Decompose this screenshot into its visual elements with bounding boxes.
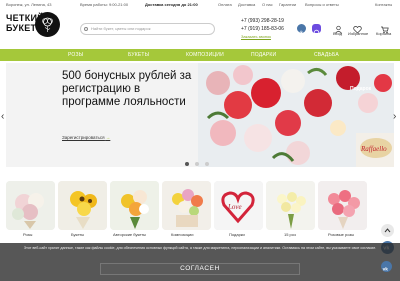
top-link-faq[interactable]: Вопросы и ответы bbox=[305, 2, 339, 7]
cart-label[interactable]: Корзина bbox=[376, 31, 391, 36]
gift-badge: Подарок bbox=[350, 86, 372, 92]
search-input[interactable]: Найти букет, цветы или подарок bbox=[80, 23, 215, 35]
category-author-bouquets[interactable] bbox=[110, 181, 159, 230]
arrow-right-icon: → bbox=[105, 135, 111, 140]
phone-1[interactable]: +7 (993) 298-28-19 bbox=[241, 18, 284, 24]
nav-bouquets[interactable]: БУКЕТЫ bbox=[128, 52, 149, 58]
location-text[interactable]: Воронеж, ул. Ленина, 43 bbox=[6, 2, 52, 7]
svg-text:vk: vk bbox=[298, 30, 303, 35]
category-bouquets[interactable] bbox=[58, 181, 107, 230]
category-label-bouquets[interactable]: Букеты bbox=[71, 232, 84, 237]
slide-dot-3[interactable] bbox=[205, 162, 209, 166]
category-roses[interactable] bbox=[6, 181, 55, 230]
user-icon[interactable] bbox=[334, 21, 343, 34]
cookie-text: Этот веб-сайт хранит данные, такие как ф… bbox=[23, 246, 377, 250]
callback-link[interactable]: Заказать звонок bbox=[241, 34, 271, 39]
nav-wedding[interactable]: СВАДЬБА bbox=[314, 52, 339, 58]
next-slide-arrow-icon[interactable]: › bbox=[393, 111, 396, 122]
top-link-contacts[interactable]: Контакты bbox=[375, 2, 392, 7]
search-icon bbox=[84, 27, 88, 31]
top-link-payment[interactable]: Оплата bbox=[218, 2, 232, 7]
cart-icon[interactable] bbox=[380, 21, 389, 34]
delivery-info: Доставка сегодня до 21:00 bbox=[145, 2, 198, 7]
register-link[interactable]: Зарегистрироваться → bbox=[62, 135, 110, 140]
top-link-delivery[interactable]: Доставка bbox=[238, 2, 255, 7]
phone-2[interactable]: +7 (919) 185-83-06 bbox=[241, 26, 284, 32]
category-label-author-bouquets[interactable]: Авторские букеты bbox=[113, 232, 146, 237]
svg-text:Love: Love bbox=[227, 203, 242, 211]
top-link-about[interactable]: О нас bbox=[262, 2, 273, 7]
category-label-roses[interactable]: Розы bbox=[23, 232, 32, 237]
search-placeholder: Найти букет, цветы или подарок bbox=[91, 26, 151, 31]
svg-text:Raffaello: Raffaello bbox=[360, 145, 387, 153]
favorites-label[interactable]: Избранное bbox=[348, 31, 368, 36]
category-pink-roses[interactable] bbox=[318, 181, 367, 230]
nav-gifts[interactable]: ПОДАРКИ bbox=[251, 52, 276, 58]
heart-icon[interactable] bbox=[353, 21, 362, 34]
category-label-gifts[interactable]: Подарки bbox=[229, 232, 245, 237]
slide-dot-2[interactable] bbox=[195, 162, 199, 166]
login-label[interactable]: Вход bbox=[333, 31, 342, 36]
logo-flower-icon[interactable] bbox=[35, 12, 60, 37]
category-label-pink-roses[interactable]: Розовые розы bbox=[328, 232, 354, 237]
chat-app-icon[interactable] bbox=[312, 24, 321, 36]
working-hours: Время работы: 9:00-21:00 bbox=[80, 2, 129, 7]
scroll-top-icon[interactable] bbox=[381, 224, 394, 237]
svg-text:vk: vk bbox=[383, 266, 389, 272]
top-bar: Воронеж, ул. Ленина, 43 Время работы: 9:… bbox=[0, 0, 400, 9]
vk-icon[interactable]: vk bbox=[297, 24, 306, 35]
prev-slide-arrow-icon[interactable]: ‹ bbox=[1, 111, 4, 122]
cookie-accept-button[interactable]: СОГЛАСЕН bbox=[100, 263, 300, 275]
main-nav: РОЗЫ БУКЕТЫ КОМПОЗИЦИИ ПОДАРКИ СВАДЬБА bbox=[0, 49, 400, 61]
nav-roses[interactable]: РОЗЫ bbox=[68, 52, 83, 58]
category-gifts[interactable]: Love bbox=[214, 181, 263, 230]
promo-title: 500 бонусных рублей за регистрацию в про… bbox=[62, 70, 192, 108]
top-link-guarantees[interactable]: Гарантии bbox=[279, 2, 296, 7]
category-label-15-roses[interactable]: 15 роз bbox=[284, 232, 296, 237]
category-compositions[interactable] bbox=[162, 181, 211, 230]
category-label-compositions[interactable]: Композиции bbox=[171, 232, 193, 237]
banner-flowers-image: Raffaello bbox=[198, 63, 394, 167]
nav-compositions[interactable]: КОМПОЗИЦИИ bbox=[186, 52, 224, 58]
vk-float-icon[interactable]: vk bbox=[381, 261, 392, 272]
category-15-roses[interactable] bbox=[266, 181, 315, 230]
slide-dot-1[interactable] bbox=[185, 162, 189, 166]
